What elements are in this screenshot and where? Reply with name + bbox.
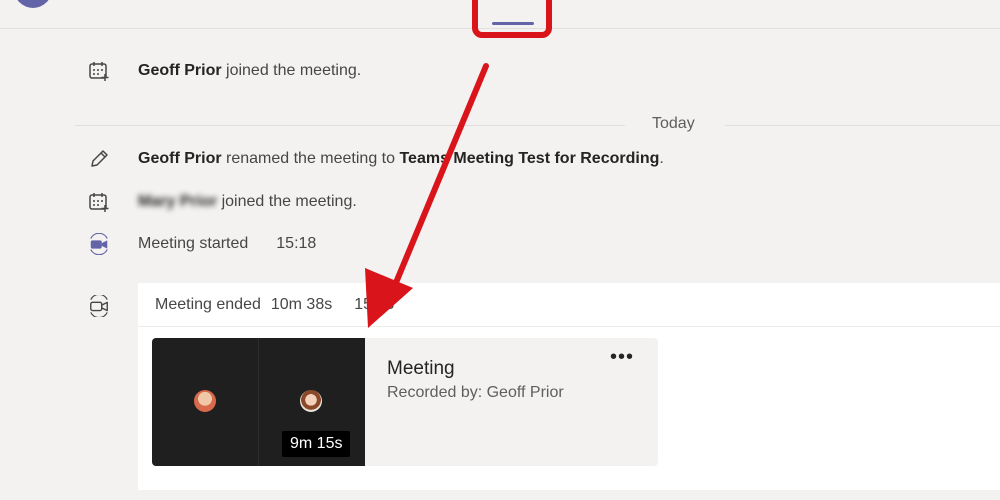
calendar-add-icon — [88, 191, 110, 213]
suffix-text: . — [659, 150, 664, 167]
participant-avatar — [194, 390, 216, 412]
recording-title[interactable]: Meeting — [387, 358, 455, 380]
meeting-duration: 10m 38s — [270, 296, 333, 313]
active-tab-indicator[interactable] — [492, 22, 534, 25]
participant-avatar — [300, 390, 322, 412]
recording-length-badge: 9m 15s — [282, 431, 351, 457]
feed-item-text: Geoff Prior renamed the meeting to Teams… — [138, 150, 664, 168]
feed-item-text: Geoff Prior joined the meeting. — [138, 62, 361, 80]
pencil-icon — [88, 148, 110, 170]
meeting-status: Meeting ended — [155, 296, 261, 313]
date-divider: Today — [652, 115, 695, 132]
avatar[interactable] — [14, 0, 52, 8]
actor-name[interactable]: Geoff Prior — [138, 62, 222, 79]
meeting-end-time: 15:28 — [354, 296, 395, 313]
recorded-by: Recorded by: Geoff Prior — [387, 384, 564, 401]
divider-right — [725, 125, 1000, 126]
actor-name[interactable]: Geoff Prior — [138, 150, 222, 167]
top-bar — [0, 0, 1000, 38]
status-text: Meeting started — [138, 235, 249, 252]
video-camera-outline-icon — [88, 295, 110, 317]
feed-item-text: Mary Prior joined the meeting. — [138, 193, 357, 211]
recording-thumbnail[interactable]: 9m 15s — [152, 338, 365, 466]
video-camera-icon — [88, 233, 110, 255]
more-options-button[interactable]: ••• — [610, 346, 634, 369]
feed-item-text: Meeting started 15:18 — [138, 235, 316, 253]
actor-name[interactable]: Mary Prior — [138, 193, 217, 210]
thumbnail-split — [258, 338, 259, 466]
meeting-card-header: Meeting ended 10m 38s 15:28 — [155, 296, 394, 314]
action-text: joined the meeting. — [221, 193, 357, 210]
divider-left — [75, 125, 625, 126]
start-time: 15:18 — [276, 235, 317, 252]
action-text: renamed the meeting to — [226, 150, 396, 167]
card-divider — [138, 326, 1000, 327]
highlight-box — [472, 0, 552, 38]
meeting-name: Teams Meeting Test for Recording — [399, 150, 660, 167]
action-text: joined the meeting. — [226, 62, 362, 79]
recording-card[interactable]: 9m 15s Meeting Recorded by: Geoff Prior … — [152, 338, 658, 466]
calendar-add-icon — [88, 60, 110, 82]
